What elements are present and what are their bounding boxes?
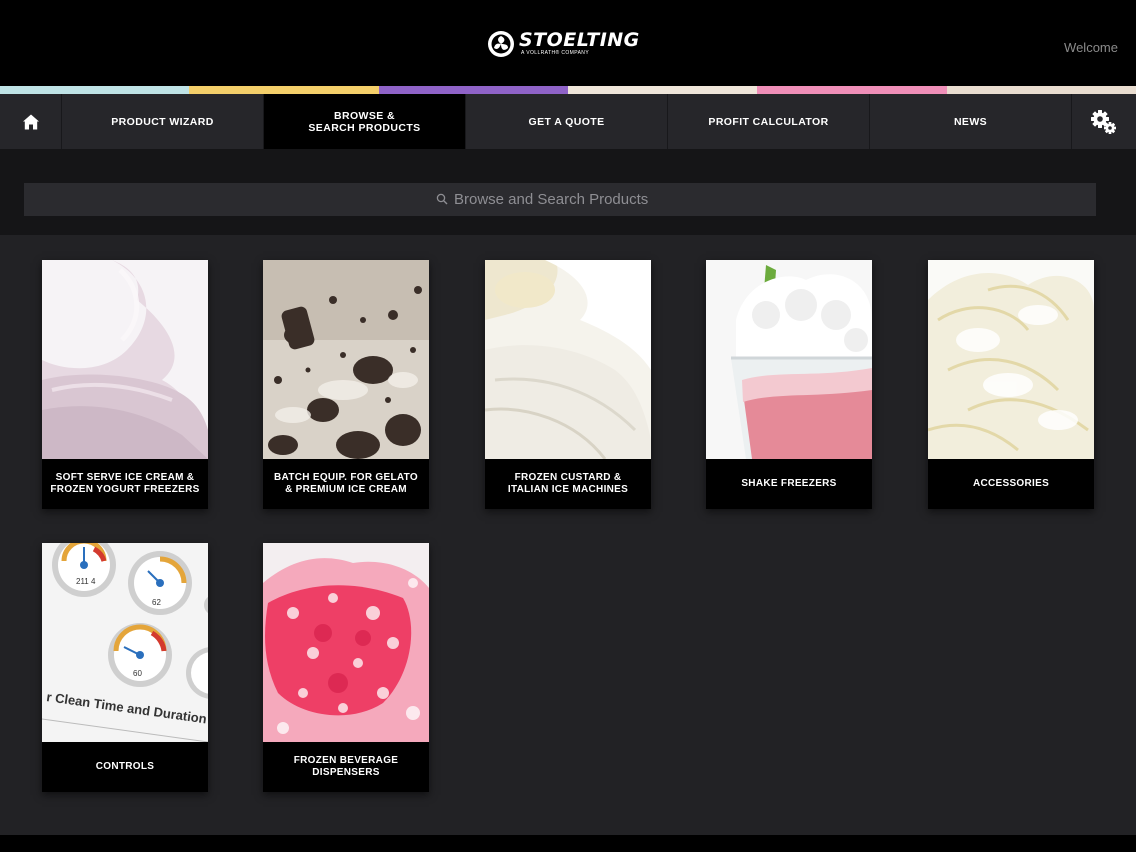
- nav-browse-search-products[interactable]: BROWSE & SEARCH PRODUCTS: [264, 94, 466, 149]
- settings-button[interactable]: [1072, 94, 1136, 149]
- category-label: FROZEN BEVERAGE DISPENSERS: [293, 755, 399, 778]
- category-label: BATCH EQUIP. FOR GELATO & PREMIUM ICE CR…: [274, 472, 418, 495]
- gear-icon: [1091, 109, 1116, 134]
- search-bar[interactable]: [24, 183, 1096, 216]
- nav-product-wizard[interactable]: PRODUCT WIZARD: [62, 94, 264, 149]
- strip-segment: [757, 86, 947, 94]
- category-card-controls[interactable]: 211 4 62 60 r Clean Time and Duration CO…: [42, 543, 208, 792]
- gauge-value: 62: [152, 598, 161, 607]
- logo-wordmark: STOELTING: [519, 29, 640, 51]
- stoelting-logo-icon: [488, 31, 514, 57]
- app-header: STOELTING A VOLLRATH® COMPANY Welcome: [0, 0, 1136, 86]
- nav-get-a-quote[interactable]: GET A QUOTE: [466, 94, 668, 149]
- strawberry-shake-image: [706, 260, 872, 459]
- nav-profit-calculator[interactable]: PROFIT CALCULATOR: [668, 94, 870, 149]
- strip-segment: [189, 86, 379, 94]
- product-category-grid: SOFT SERVE ICE CREAM & FROZEN YOGURT FRE…: [0, 235, 1136, 835]
- category-card-batch-equipment[interactable]: BATCH EQUIP. FOR GELATO & PREMIUM ICE CR…: [263, 260, 429, 509]
- category-label: SOFT SERVE ICE CREAM & FROZEN YOGURT FRE…: [50, 472, 200, 495]
- category-label: SHAKE FREEZERS: [741, 478, 837, 489]
- search-icon: [436, 193, 448, 205]
- category-card-soft-serve[interactable]: SOFT SERVE ICE CREAM & FROZEN YOGURT FRE…: [42, 260, 208, 509]
- home-icon: [22, 114, 39, 129]
- category-card-frozen-custard[interactable]: FROZEN CUSTARD & ITALIAN ICE MACHINES: [485, 260, 651, 509]
- gauge-value: 211 4: [76, 577, 96, 586]
- category-card-frozen-beverage[interactable]: FROZEN BEVERAGE DISPENSERS: [263, 543, 429, 792]
- stoelting-logo: STOELTING A VOLLRATH® COMPANY: [487, 28, 640, 60]
- gauge-value: 60: [133, 669, 142, 678]
- category-label: ACCESSORIES: [972, 478, 1050, 489]
- strip-segment: [946, 86, 1136, 94]
- shaved-ice-image: [263, 543, 429, 742]
- frozen-custard-image: [485, 260, 651, 459]
- welcome-text[interactable]: Welcome: [1064, 40, 1118, 55]
- search-input[interactable]: [454, 191, 684, 208]
- soft-serve-image: [42, 260, 208, 459]
- category-card-accessories[interactable]: ACCESSORIES: [928, 260, 1094, 509]
- header-image-strip: [0, 86, 1136, 94]
- main-nav: PRODUCT WIZARD BROWSE & SEARCH PRODUCTS …: [0, 94, 1136, 149]
- control-gauges-image: 211 4 62 60 r Clean Time and Duration: [42, 543, 208, 742]
- category-card-shake-freezers[interactable]: SHAKE FREEZERS: [706, 260, 872, 509]
- category-label: FROZEN CUSTARD & ITALIAN ICE MACHINES: [507, 472, 629, 495]
- category-label: CONTROLS: [95, 761, 155, 772]
- strip-segment: [378, 86, 568, 94]
- bottom-bar: [0, 835, 1136, 852]
- strip-segment: [567, 86, 758, 94]
- logo-tagline: A VOLLRATH® COMPANY: [521, 50, 590, 56]
- cookies-and-cream-image: [263, 260, 429, 459]
- strip-segment: [0, 86, 190, 94]
- whipped-cream-image: [928, 260, 1094, 459]
- nav-news[interactable]: NEWS: [870, 94, 1072, 149]
- search-band: [0, 149, 1136, 235]
- nav-home-button[interactable]: [0, 94, 62, 149]
